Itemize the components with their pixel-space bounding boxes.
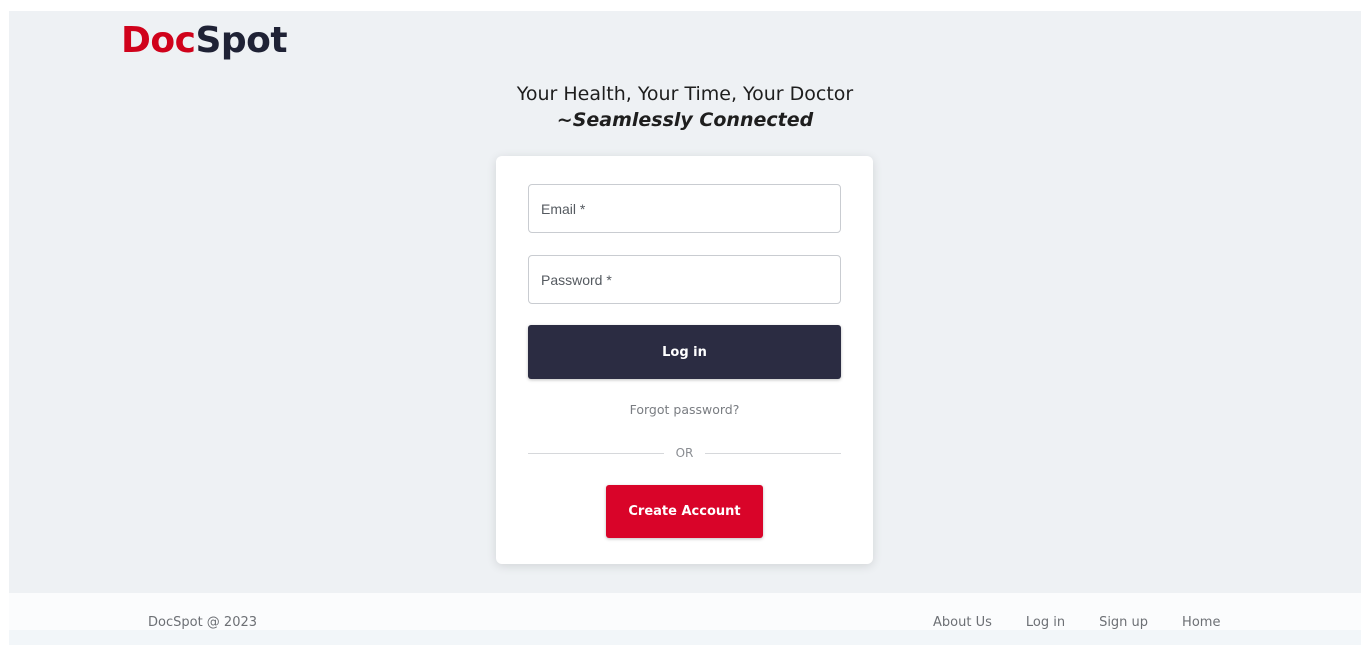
forgot-password-link[interactable]: Forgot password? <box>496 402 873 417</box>
tagline-line2: ~Seamlessly Connected <box>556 109 814 131</box>
footer-link-sign-up[interactable]: Sign up <box>1099 615 1148 631</box>
footer-nav: About Us Log in Sign up Home <box>933 615 1220 631</box>
footer-link-log-in[interactable]: Log in <box>1026 615 1065 631</box>
create-account-button[interactable]: Create Account <box>606 485 763 538</box>
footer-copyright: DocSpot @ 2023 <box>148 615 258 630</box>
password-field[interactable] <box>528 255 841 304</box>
brand-logo-spot: Spot <box>195 20 288 61</box>
footer-link-home[interactable]: Home <box>1182 615 1220 631</box>
or-divider: OR <box>528 445 841 461</box>
login-button[interactable]: Log in <box>528 325 841 379</box>
divider-rule-right <box>705 453 841 454</box>
email-field[interactable] <box>528 184 841 233</box>
footer-link-about-us[interactable]: About Us <box>933 615 992 631</box>
main-panel: DocSpot Your Health, Your Time, Your Doc… <box>9 11 1361 593</box>
footer: DocSpot @ 2023 About Us Log in Sign up H… <box>9 593 1361 633</box>
tagline-line1: Your Health, Your Time, Your Doctor <box>516 83 854 105</box>
brand-logo-doc: Doc <box>121 20 196 61</box>
brand-logo[interactable]: DocSpot <box>121 20 288 61</box>
tagline: Your Health, Your Time, Your Doctor ~Sea… <box>9 81 1361 133</box>
footer-strip <box>9 630 1361 645</box>
login-card: Log in Forgot password? OR Create Accoun… <box>496 156 873 564</box>
